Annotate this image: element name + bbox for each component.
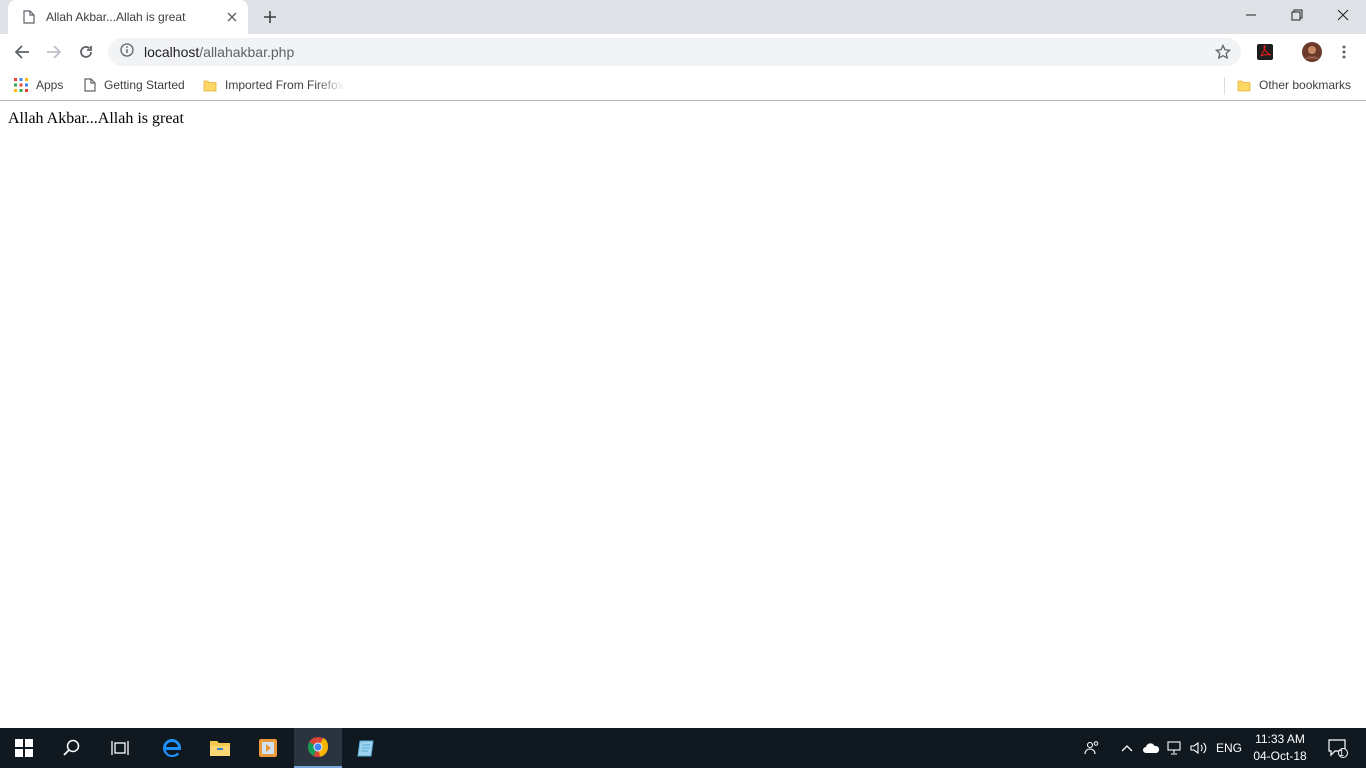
bookmark-label: Other bookmarks xyxy=(1259,78,1352,92)
clock[interactable]: 11:33 AM 04-Oct-18 xyxy=(1246,728,1314,768)
search-icon[interactable] xyxy=(48,728,96,768)
windows-icon[interactable] xyxy=(0,728,48,768)
browser-toolbar: localhost/allahakbar.php xyxy=(0,34,1366,70)
clock-date: 04-Oct-18 xyxy=(1253,749,1307,763)
bookmark-label: Getting Started xyxy=(104,78,185,92)
minimize-icon[interactable] xyxy=(1228,0,1274,30)
edge-icon[interactable] xyxy=(148,728,196,768)
bookmark-apps[interactable]: Apps xyxy=(14,70,63,100)
body-text: Allah Akbar...Allah is great xyxy=(8,110,184,127)
notepad-icon[interactable] xyxy=(342,728,390,768)
avatar[interactable] xyxy=(1298,38,1326,66)
page-content: Allah Akbar...Allah is great xyxy=(0,102,1366,728)
task-view-icon[interactable] xyxy=(96,728,144,768)
bookmark-imported-from-firefox[interactable]: Imported From Firefox xyxy=(203,70,345,100)
volume-icon[interactable] xyxy=(1188,728,1210,768)
taskbar: ENG 11:33 AM 04-Oct-18 1 xyxy=(0,728,1366,768)
pdf-icon[interactable] xyxy=(1251,38,1279,66)
media-player-icon[interactable] xyxy=(244,728,292,768)
close-icon[interactable] xyxy=(224,9,240,25)
back-icon[interactable] xyxy=(8,38,36,66)
address-bar[interactable]: localhost/allahakbar.php xyxy=(108,38,1241,66)
chrome-icon[interactable] xyxy=(294,728,342,768)
plus-icon[interactable] xyxy=(260,7,280,27)
clock-time: 11:33 AM xyxy=(1255,732,1305,746)
page-icon xyxy=(22,10,36,24)
notification-count: 1 xyxy=(1339,748,1345,758)
language-indicator[interactable]: ENG xyxy=(1212,728,1246,768)
tab-title: Allah Akbar...Allah is great xyxy=(46,10,186,24)
file-explorer-icon[interactable] xyxy=(196,728,244,768)
close-window-icon[interactable] xyxy=(1320,0,1366,30)
people-icon[interactable] xyxy=(1080,728,1104,768)
bookmark-other-bookmarks[interactable]: Other bookmarks xyxy=(1237,70,1351,100)
tab-strip: Allah Akbar...Allah is great xyxy=(0,0,1366,34)
action-center-icon[interactable]: 1 xyxy=(1318,728,1358,768)
star-icon[interactable] xyxy=(1214,43,1232,60)
folder-icon xyxy=(203,78,217,92)
bookmark-getting-started[interactable]: Getting Started xyxy=(84,70,185,100)
bookmarks-bar: Apps Getting Started Imported From Firef… xyxy=(0,70,1366,101)
bookmark-separator xyxy=(1224,77,1225,95)
menu-icon[interactable] xyxy=(1330,38,1358,66)
restore-icon[interactable] xyxy=(1274,0,1320,30)
folder-icon xyxy=(1237,78,1251,92)
info-icon[interactable] xyxy=(120,42,134,62)
onedrive-icon[interactable] xyxy=(1140,728,1162,768)
bookmark-label: Imported From Firefox xyxy=(225,78,344,92)
page-icon xyxy=(84,78,96,92)
active-tab[interactable]: Allah Akbar...Allah is great xyxy=(8,0,248,34)
reload-icon[interactable] xyxy=(72,38,100,66)
forward-icon[interactable] xyxy=(40,38,68,66)
apps-grid-icon xyxy=(14,78,28,92)
bookmark-label: Apps xyxy=(36,78,64,92)
url-text: localhost/allahakbar.php xyxy=(144,44,295,60)
chevron-up-icon[interactable] xyxy=(1118,728,1136,768)
network-icon[interactable] xyxy=(1164,728,1186,768)
